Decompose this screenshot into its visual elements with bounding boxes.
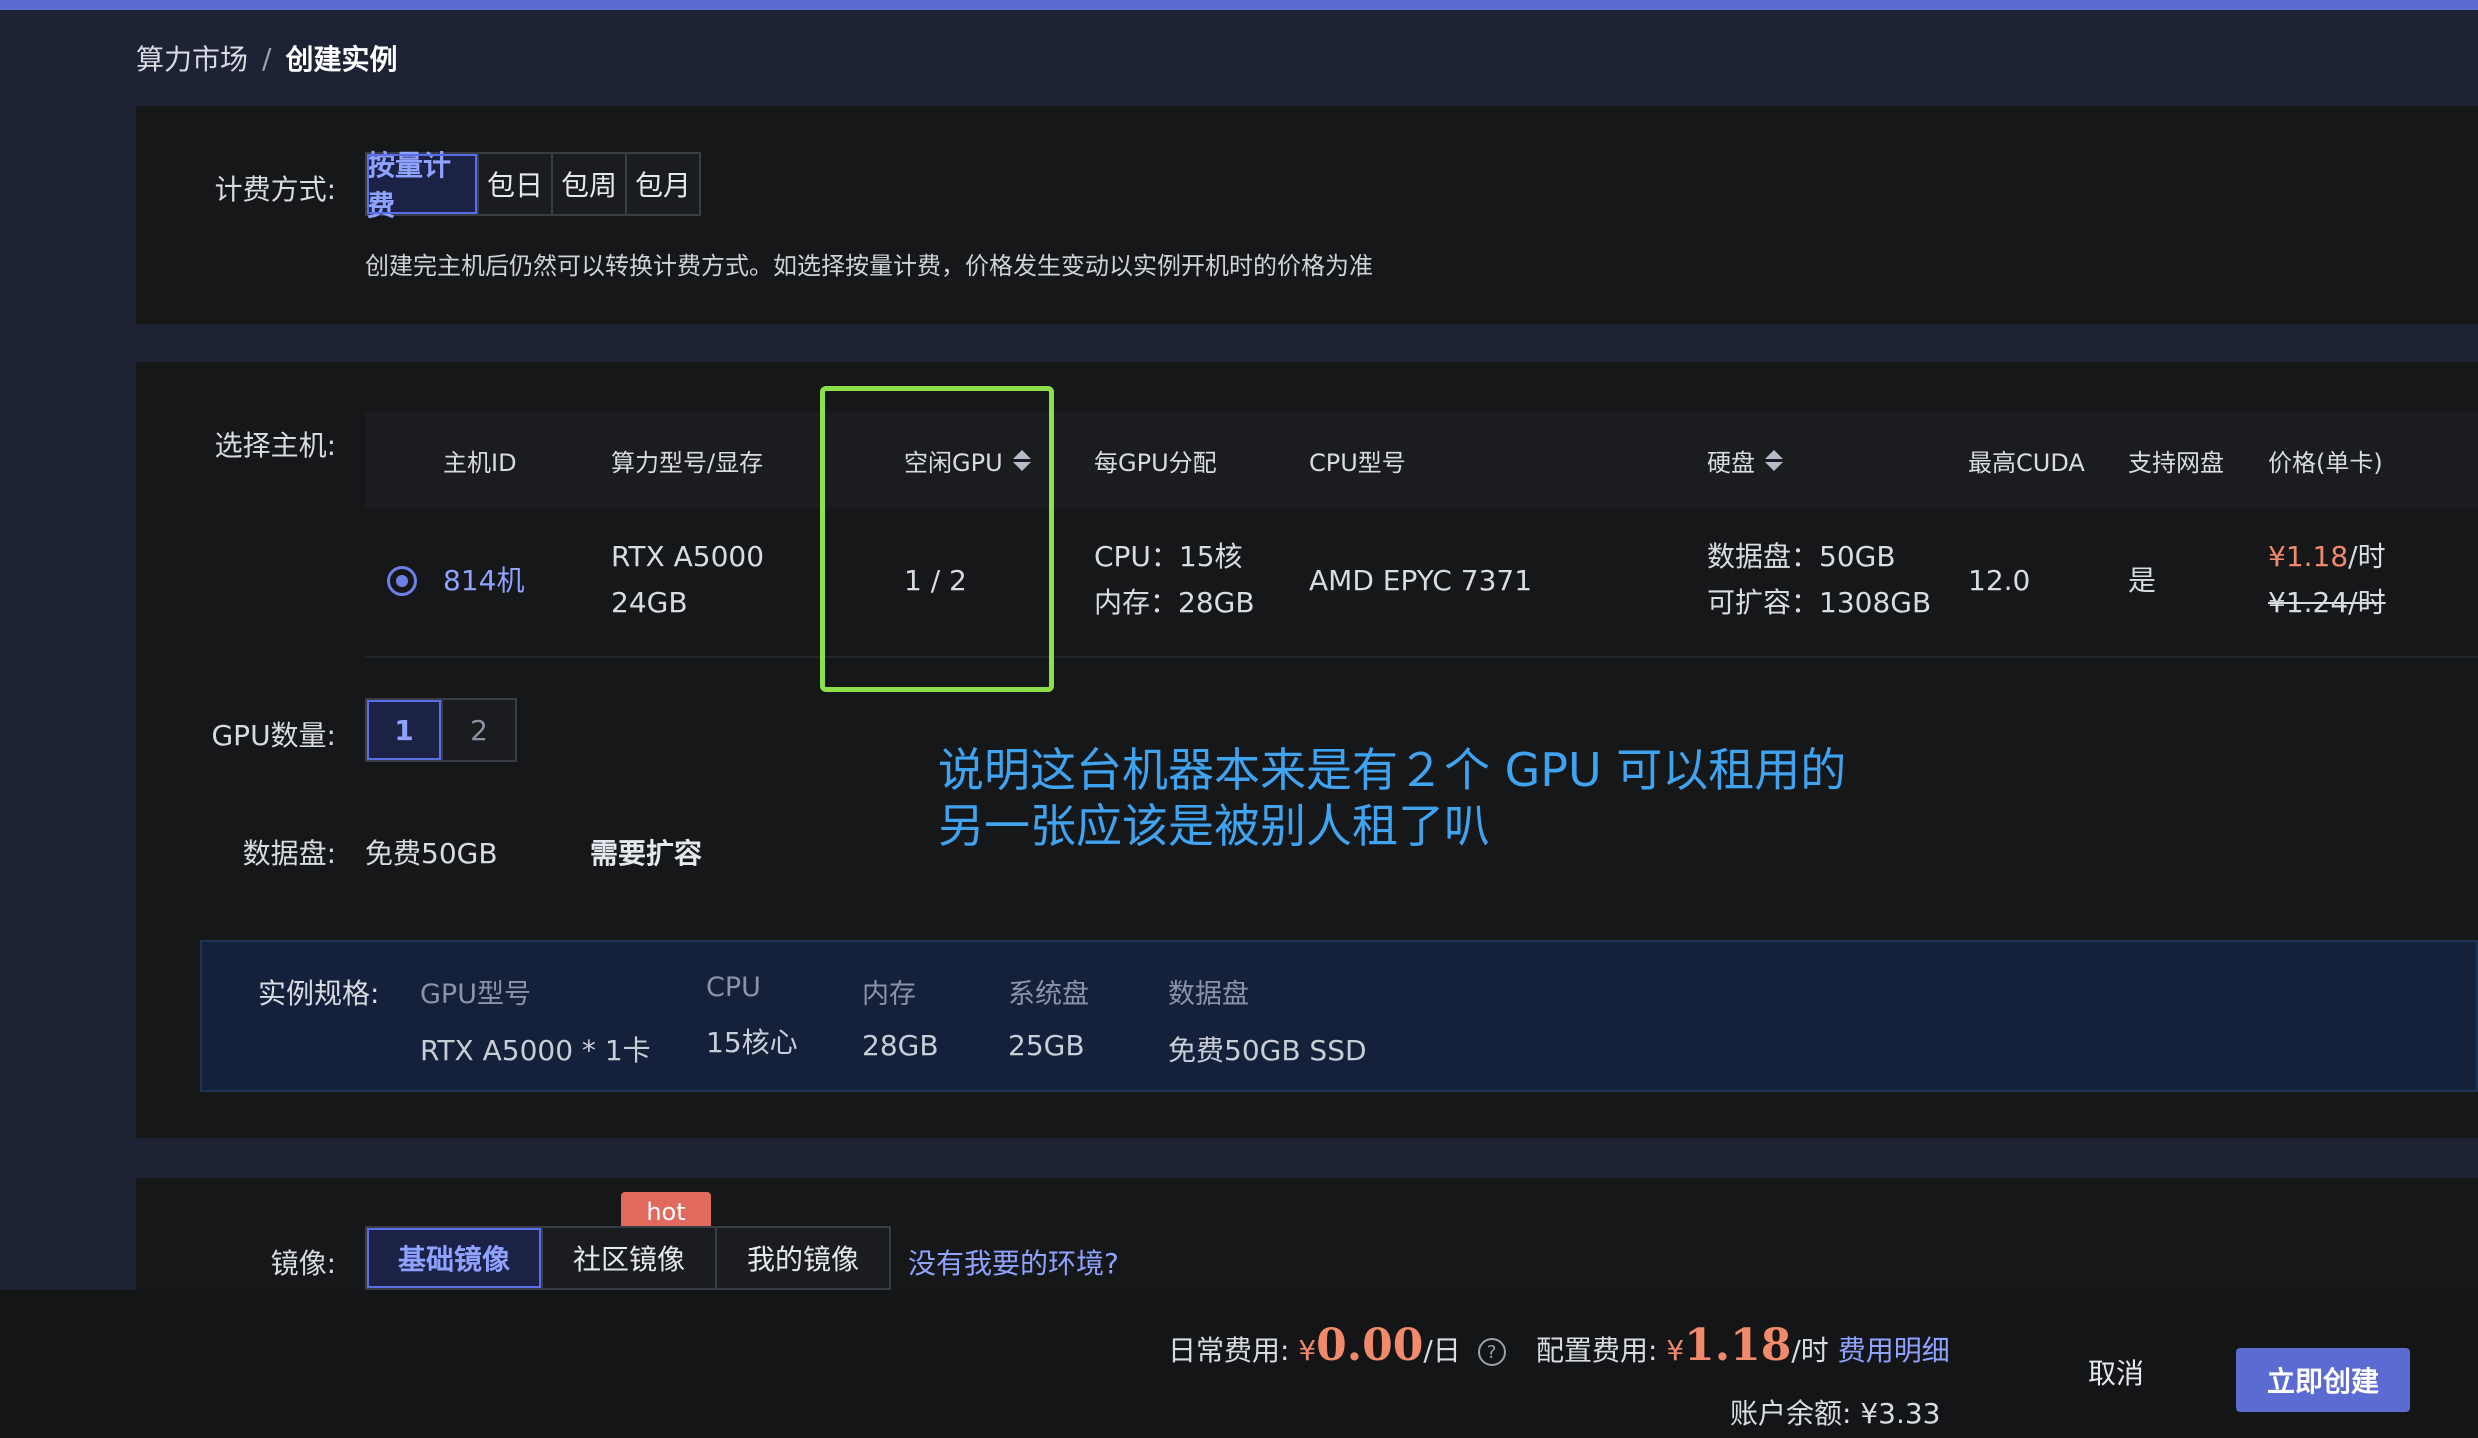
table-row[interactable]: 814机 RTX A5000 24GB 1 / 2 CPU：15核 内存：28G… [365, 508, 2478, 658]
billing-label: 计费方式: [214, 173, 336, 206]
col-gpu-model: 算力型号/显存 [611, 448, 764, 477]
create-now-button[interactable]: 立即创建 [2236, 1348, 2410, 1412]
billing-option-pay-as-you-go[interactable]: 按量计费 [367, 149, 477, 222]
gpu-model: RTX A5000 [611, 540, 765, 573]
billing-option-weekly[interactable]: 包周 [551, 154, 625, 214]
col-netdisk: 支持网盘 [2128, 448, 2224, 477]
spec-cpu-header: CPU [706, 972, 761, 1003]
gpu-vram: 24GB [611, 586, 688, 619]
col-disk-label: 硬盘 [1707, 448, 1755, 477]
spec-cpu-value: 15核心 [706, 1026, 798, 1059]
gpu-model-cell: RTX A5000 24GB [611, 534, 764, 626]
billing-panel: 计费方式: 按量计费 包日 包周 包月 创建完主机后仍然可以转换计费方式。如选择… [136, 106, 2478, 324]
host-radio[interactable] [387, 566, 417, 596]
sort-icon[interactable] [1765, 449, 1783, 471]
col-price: 价格(单卡) [2268, 448, 2383, 477]
data-disk-label: 数据盘: [242, 837, 336, 870]
config-fee-currency: ¥ [1666, 1334, 1685, 1367]
cancel-button[interactable]: 取消 [2088, 1352, 2144, 1392]
price-current: ¥1.18 [2268, 540, 2349, 573]
spec-data-disk: 数据盘 免费50GB SSD [1168, 972, 1367, 1069]
config-fee-label: 配置费用: [1536, 1334, 1658, 1367]
instance-spec: 实例规格: GPU型号 RTX A5000 * 1卡 CPU 15核心 内存 2… [200, 940, 2478, 1092]
gpu-count-option-1[interactable]: 1 [367, 700, 441, 760]
billing-options: 按量计费 包日 包周 包月 [365, 149, 701, 222]
breadcrumb-separator: / [262, 41, 272, 75]
expandable-disk: 可扩容：1308GB [1707, 586, 1932, 619]
spec-system-disk-value: 25GB [1008, 1029, 1085, 1062]
account-balance: 账户余额: ¥3.33 [1730, 1397, 1941, 1430]
no-env-link[interactable]: 没有我要的环境? [908, 1242, 1119, 1282]
spec-memory: 内存 28GB [862, 972, 939, 1062]
cpu-model: AMD EPYC 7371 [1309, 564, 1533, 597]
daily-fee: 日常费用: ¥0.00/日 ? [1168, 1320, 1506, 1371]
image-option-base[interactable]: 基础镜像 [367, 1228, 541, 1288]
host-table-header: 主机ID 算力型号/显存 空闲GPU 每GPU分配 CPU型号 硬盘 最高CUD… [365, 412, 2478, 508]
mem-alloc: 内存：28GB [1094, 586, 1255, 619]
price-unit: /时 [2348, 540, 2386, 573]
host-id[interactable]: 814机 [443, 558, 524, 604]
spec-system-disk-header: 系统盘 [1008, 979, 1089, 1010]
cpu-alloc: CPU：15核 [1094, 540, 1243, 573]
spec-gpu-header: GPU型号 [420, 979, 531, 1010]
breadcrumb: 算力市场 / 创建实例 [136, 38, 397, 78]
spec-data-disk-header: 数据盘 [1168, 979, 1249, 1010]
data-disk: 数据盘：50GB [1707, 540, 1896, 573]
daily-fee-currency: ¥ [1298, 1334, 1317, 1367]
image-option-community[interactable]: 社区镜像 [541, 1228, 715, 1288]
spec-system-disk: 系统盘 25GB [1008, 972, 1089, 1062]
billing-note: 创建完主机后仍然可以转换计费方式。如选择按量计费，价格发生变动以实例开机时的价格… [365, 252, 1373, 280]
spec-data-disk-value: 免费50GB SSD [1168, 1034, 1367, 1067]
image-options: 基础镜像 社区镜像 我的镜像 [365, 1226, 891, 1290]
spec-label: 实例规格: [258, 977, 380, 1010]
breadcrumb-parent[interactable]: 算力市场 [136, 38, 248, 78]
col-max-cuda: 最高CUDA [1968, 448, 2085, 477]
daily-fee-unit: /日 [1423, 1334, 1461, 1367]
host-label: 选择主机: [214, 429, 336, 462]
image-panel: 镜像: hot 基础镜像 社区镜像 我的镜像 没有我要的环境? [136, 1178, 2478, 1290]
annotation-note: 说明这台机器本来是有２个 GPU 可以租用的 另一张应该是被别人租了叭 [938, 742, 1846, 854]
col-cpu-model: CPU型号 [1309, 448, 1406, 477]
free-gpu-highlight [820, 386, 1054, 692]
col-per-gpu-alloc: 每GPU分配 [1094, 448, 1217, 477]
per-gpu-alloc-cell: CPU：15核 内存：28GB [1094, 534, 1255, 626]
image-option-mine[interactable]: 我的镜像 [715, 1228, 889, 1288]
col-host-id: 主机ID [443, 448, 517, 477]
annotation-line-1: 说明这台机器本来是有２个 GPU 可以租用的 [938, 743, 1847, 797]
gpu-count-option-2[interactable]: 2 [441, 700, 515, 760]
data-disk-expand[interactable]: 需要扩容 [590, 832, 702, 872]
spec-cpu: CPU 15核心 [706, 972, 798, 1061]
col-disk[interactable]: 硬盘 [1707, 412, 1783, 508]
top-accent-bar [0, 0, 2478, 10]
netdisk-support: 是 [2128, 564, 2157, 597]
spec-memory-header: 内存 [862, 979, 916, 1010]
config-fee-unit: /时 [1791, 1334, 1829, 1367]
price-cell: ¥1.18/时 ¥1.24/时 [2268, 534, 2386, 626]
gpu-count-label: GPU数量: [211, 719, 336, 752]
footer-bar: 日常费用: ¥0.00/日 ? 配置费用: ¥1.18/时 费用明细 账户余额:… [0, 1290, 2478, 1438]
disk-cell: 数据盘：50GB 可扩容：1308GB [1707, 534, 1931, 626]
spec-memory-value: 28GB [862, 1029, 939, 1062]
breadcrumb-current: 创建实例 [285, 43, 398, 76]
price-original: ¥1.24/时 [2268, 586, 2386, 619]
image-label: 镜像: [270, 1247, 336, 1280]
billing-option-monthly[interactable]: 包月 [625, 154, 699, 214]
help-icon[interactable]: ? [1477, 1338, 1506, 1366]
annotation-line-2: 另一张应该是被别人租了叭 [938, 799, 1490, 853]
config-fee: 配置费用: ¥1.18/时 费用明细 [1536, 1320, 1950, 1371]
data-disk-free: 免费50GB [365, 837, 498, 870]
spec-gpu-value: RTX A5000 * 1卡 [420, 1034, 651, 1067]
config-fee-value: 1.18 [1684, 1320, 1792, 1371]
gpu-count-options: 1 2 [365, 698, 517, 762]
daily-fee-label: 日常费用: [1168, 1334, 1290, 1367]
fee-detail-link[interactable]: 费用明细 [1838, 1334, 1950, 1367]
max-cuda: 12.0 [1968, 564, 2031, 597]
daily-fee-value: 0.00 [1316, 1320, 1424, 1371]
billing-option-daily[interactable]: 包日 [477, 154, 551, 214]
spec-gpu: GPU型号 RTX A5000 * 1卡 [420, 972, 651, 1069]
